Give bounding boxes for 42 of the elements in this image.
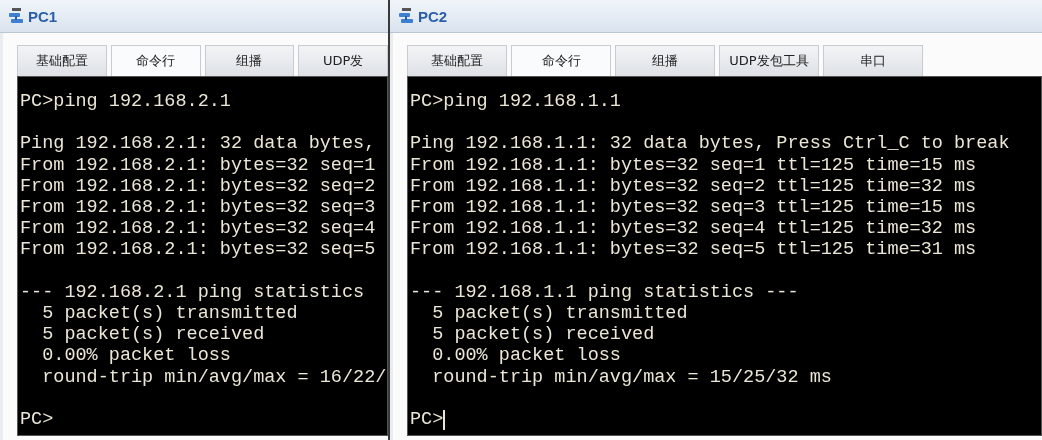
tab[interactable]: 组播 [615,45,715,76]
terminal-line: 5 packet(s) received [41,324,265,346]
terminal-line: From 192.168.2.1: bytes=32 seq=4 [20,218,376,240]
terminal-line: From 192.168.2.1: bytes=32 seq=1 [20,154,376,176]
terminal-line: From 192.168.2.1: bytes=32 seq=3 [20,197,376,219]
terminal-console[interactable] [407,76,1042,436]
terminal-line: Ping 192.168.1.1: 32 data bytes, Press Ctrl_C to break [410,133,1010,155]
terminal-line: --- 192.168.2.1 ping statistics [20,281,365,303]
terminal-line: From 192.168.1.1: bytes=32 seq=5 ttl=125 time=31 ms [410,239,977,261]
terminal-line: --- 192.168.1.1 ping statistics --- [410,281,799,303]
tab[interactable]: 串口 [823,45,923,76]
terminal-console[interactable] [17,76,388,436]
tab[interactable]: UDP发包工具 [719,45,819,76]
terminal-line: round-trip min/avg/max = 15/25/32 ms [431,366,832,388]
terminal-line: round-trip min/avg/max = 16/22/ [41,366,387,388]
terminal-line: 0.00% packet loss [431,345,621,367]
tab[interactable]: UDP发 [298,45,388,76]
tab[interactable]: 命令行 [110,45,201,76]
terminal-line: 5 packet(s) received [431,324,655,346]
tab[interactable]: 基础配置 [17,45,107,76]
terminal-line: Ping 192.168.2.1: 32 data bytes, [20,133,376,155]
terminal-line: From 192.168.1.1: bytes=32 seq=2 ttl=125 time=32 ms [410,175,977,197]
tab[interactable]: 命令行 [511,45,611,76]
terminal-line: From 192.168.2.1: bytes=32 seq=5 [20,239,376,261]
computer-icon [8,7,24,25]
command-prompt: PC> [20,409,54,431]
text-cursor [443,409,446,430]
terminal-line: From 192.168.1.1: bytes=32 seq=3 ttl=125 time=15 ms [410,197,977,219]
tab[interactable]: 组播 [204,45,295,76]
command-prompt: PC> [410,409,444,431]
terminal-line: PC>ping 192.168.1.1 [410,91,621,113]
tab[interactable]: 基础配置 [407,45,507,76]
terminal-line: 0.00% packet loss [41,345,231,367]
terminal-line: From 192.168.1.1: bytes=32 seq=4 ttl=125 time=32 ms [410,218,977,240]
terminal-line: 5 packet(s) transmitted [431,303,688,325]
terminal-line: From 192.168.2.1: bytes=32 seq=2 [20,175,376,197]
terminal-line: PC>ping 192.168.2.1 [20,91,231,113]
window-title: PC2 [418,7,448,25]
terminal-line: 5 packet(s) transmitted [41,303,298,325]
computer-icon [398,7,414,25]
terminal-line: From 192.168.1.1: bytes=32 seq=1 ttl=125 time=15 ms [410,154,977,176]
window-title: PC1 [28,7,58,25]
